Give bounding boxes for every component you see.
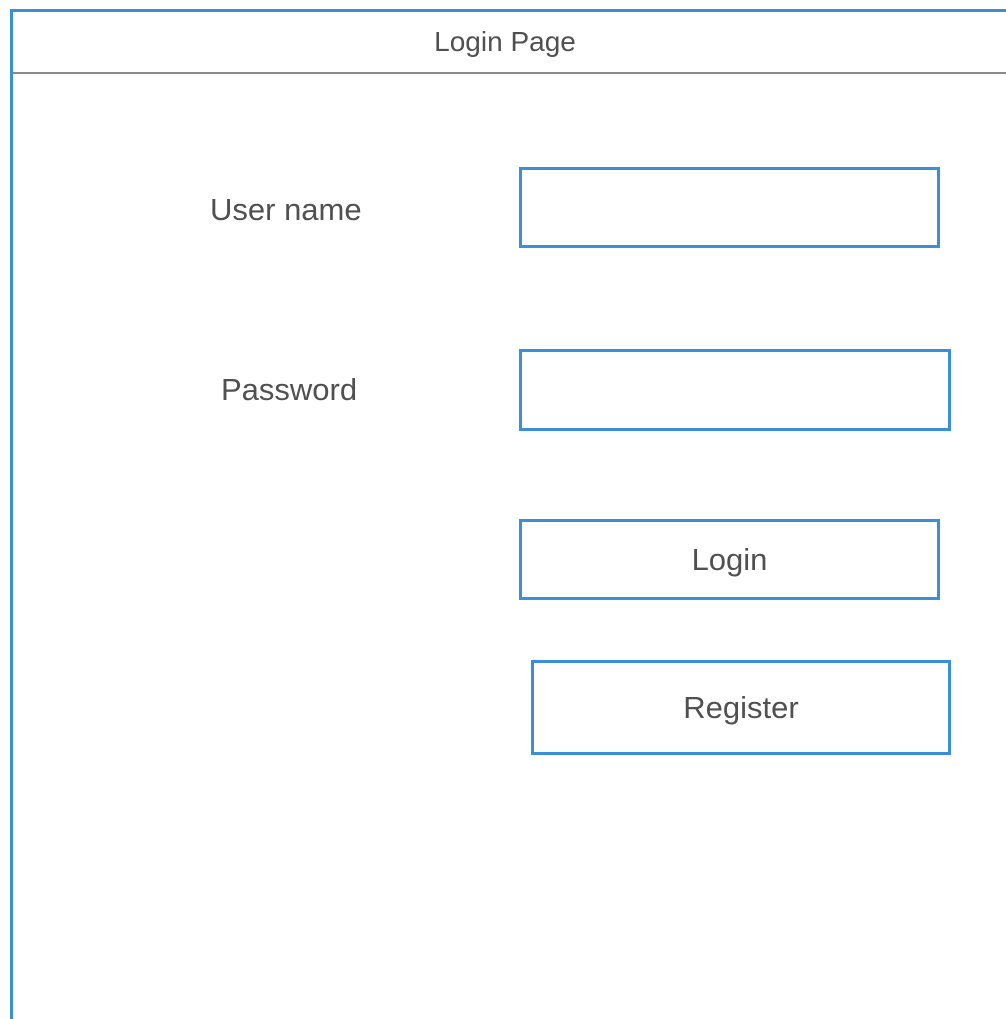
title-bar: Login Page	[13, 12, 1006, 74]
password-field[interactable]	[519, 349, 951, 431]
login-window: Login Page	[10, 9, 1006, 1019]
username-label: User name	[210, 192, 362, 227]
page-title: Login Page	[434, 26, 576, 57]
login-button[interactable]: Login	[519, 519, 940, 600]
login-button-label: Login	[691, 541, 768, 577]
username-field[interactable]	[519, 167, 940, 248]
password-label: Password	[221, 372, 358, 407]
register-button[interactable]: Register	[531, 660, 951, 755]
register-button-label: Register	[683, 689, 799, 725]
